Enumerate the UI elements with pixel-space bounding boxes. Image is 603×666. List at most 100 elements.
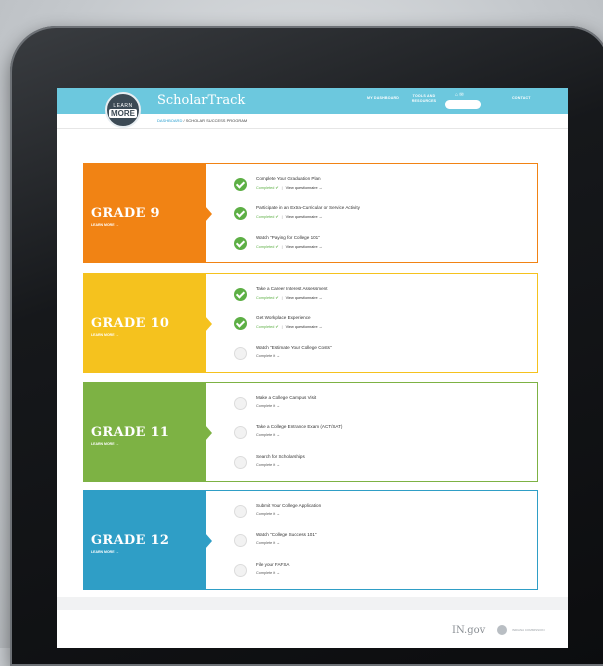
learn-more-link[interactable]: LEARN MORE → [91,333,119,337]
commission-seal-icon[interactable] [497,625,507,635]
completed-label: Completed ✔ [256,325,279,329]
grade-card: GRADE 12 LEARN MORE → Submit Your College … [83,490,538,590]
task-item[interactable]: Watch "Estimate Your College Costs" Compl… [234,345,524,369]
grade-title: GRADE 10 [91,316,170,331]
grade-card: GRADE 11 LEARN MORE → Make a College Campu… [83,382,538,482]
grade-title: GRADE 12 [91,533,170,548]
task-status: Completed ✔ | View questionnaire → [256,185,322,190]
task-item[interactable]: Take a Career Interest Assessment Complet… [234,286,524,310]
task-item[interactable]: Complete Your Graduation Plan Completed ✔… [234,176,524,200]
view-questionnaire-link[interactable]: View questionnaire → [286,325,323,329]
task-item[interactable]: Search for Scholarships Complete it → [234,454,524,478]
task-status: Complete it → [256,463,280,467]
task-status: Complete it → [256,512,280,516]
status-separator: | [281,215,283,219]
nav-tools-resources[interactable]: TOOLS AND RESOURCES [411,94,437,103]
panel-arrow [205,533,212,549]
learn-more-logo[interactable]: LEARN MORE [105,92,141,128]
completed-label: Completed ✔ [256,245,279,249]
breadcrumb-dashboard[interactable]: DASHBOARD [157,118,182,123]
status-separator: | [281,325,283,329]
grade-panel: GRADE 11 LEARN MORE → [84,383,206,481]
task-status: Completed ✔ | View questionnaire → [256,244,322,249]
view-questionnaire-link[interactable]: View questionnaire → [286,245,323,249]
check-incomplete-icon[interactable] [234,505,247,518]
search-input[interactable] [445,100,481,109]
complete-it-link[interactable]: Complete it → [256,541,280,545]
grade-title: GRADE 9 [91,206,160,221]
check-complete-icon[interactable] [234,237,247,250]
header-icons[interactable]: ⌂ ✉ [455,92,464,98]
learn-more-link[interactable]: LEARN MORE → [91,550,119,554]
task-title: Watch "Paying for College 101" [256,235,320,240]
completed-label: Completed ✔ [256,215,279,219]
task-item[interactable]: Watch "College Success 101" Complete it → [234,532,524,556]
ingov-logo[interactable]: IN.gov [452,625,485,636]
completed-label: Completed ✔ [256,186,279,190]
task-item[interactable]: Watch "Paying for College 101" Completed … [234,235,524,259]
task-title: Submit Your College Application [256,503,322,508]
check-incomplete-icon[interactable] [234,397,247,410]
panel-arrow [205,425,212,441]
task-title: Get Workplace Experience [256,315,311,320]
task-title: Take a College Entrance Exam (ACT/SAT) [256,424,343,429]
view-questionnaire-link[interactable]: View questionnaire → [286,215,323,219]
status-separator: | [281,245,283,249]
task-title: File your FAFSA [256,562,290,567]
logo-line2: MORE [109,108,137,118]
check-incomplete-icon[interactable] [234,347,247,360]
grade-panel: GRADE 9 LEARN MORE → [84,164,206,262]
complete-it-link[interactable]: Complete it → [256,433,280,437]
complete-it-link[interactable]: Complete it → [256,571,280,575]
task-item[interactable]: Participate in an Extra-Curricular or Se… [234,205,524,229]
nav-contact[interactable]: CONTACT [512,96,531,101]
task-status: Complete it → [256,354,280,358]
brand-title[interactable]: ScholarTrack [157,93,245,108]
panel-arrow [205,206,212,222]
logo-line1: LEARN [113,102,133,109]
check-incomplete-icon[interactable] [234,564,247,577]
grade-panel: GRADE 12 LEARN MORE → [84,491,206,589]
complete-it-link[interactable]: Complete it → [256,512,280,516]
task-status: Complete it → [256,571,280,575]
task-item[interactable]: Submit Your College Application Complete … [234,503,524,527]
grade-title: GRADE 11 [91,425,170,440]
nav-my-dashboard[interactable]: MY DASHBOARD [367,96,399,101]
check-incomplete-icon[interactable] [234,426,247,439]
view-questionnaire-link[interactable]: View questionnaire → [286,296,323,300]
view-questionnaire-link[interactable]: View questionnaire → [286,186,323,190]
task-item[interactable]: Take a College Entrance Exam (ACT/SAT) Co… [234,424,524,448]
task-status: Completed ✔ | View questionnaire → [256,214,322,219]
check-incomplete-icon[interactable] [234,534,247,547]
completed-label: Completed ✔ [256,296,279,300]
header-divider [57,128,568,129]
check-complete-icon[interactable] [234,317,247,330]
complete-it-link[interactable]: Complete it → [256,404,280,408]
status-separator: | [281,186,283,190]
app-screen: LEARN MORE ScholarTrack MY DASHBOARD TOO… [57,88,568,648]
breadcrumb-current: SCHOLAR SUCCESS PROGRAM [185,118,248,123]
check-complete-icon[interactable] [234,178,247,191]
task-item[interactable]: Get Workplace Experience Completed ✔ | View… [234,315,524,339]
commission-logo-text: INDIANA COMMISSION [512,628,545,632]
task-title: Watch "Estimate Your College Costs" [256,345,332,350]
grade-card: GRADE 9 LEARN MORE → Complete Your Graduat… [83,163,538,263]
task-title: Take a Career Interest Assessment [256,286,328,291]
learn-more-link[interactable]: LEARN MORE → [91,223,119,227]
complete-it-link[interactable]: Complete it → [256,463,280,467]
task-status: Complete it → [256,404,280,408]
complete-it-link[interactable]: Complete it → [256,354,280,358]
task-title: Search for Scholarships [256,454,305,459]
learn-more-link[interactable]: LEARN MORE → [91,442,119,446]
task-title: Watch "College Success 101" [256,532,317,537]
task-item[interactable]: Make a College Campus Visit Complete it → [234,395,524,419]
check-incomplete-icon[interactable] [234,456,247,469]
task-title: Participate in an Extra-Curricular or Se… [256,205,360,210]
check-complete-icon[interactable] [234,207,247,220]
task-item[interactable]: File your FAFSA Complete it → [234,562,524,586]
task-title: Complete Your Graduation Plan [256,176,321,181]
check-complete-icon[interactable] [234,288,247,301]
grade-card: GRADE 10 LEARN MORE → Take a Career Intere… [83,273,538,373]
task-title: Make a College Campus Visit [256,395,317,400]
panel-arrow [205,316,212,332]
